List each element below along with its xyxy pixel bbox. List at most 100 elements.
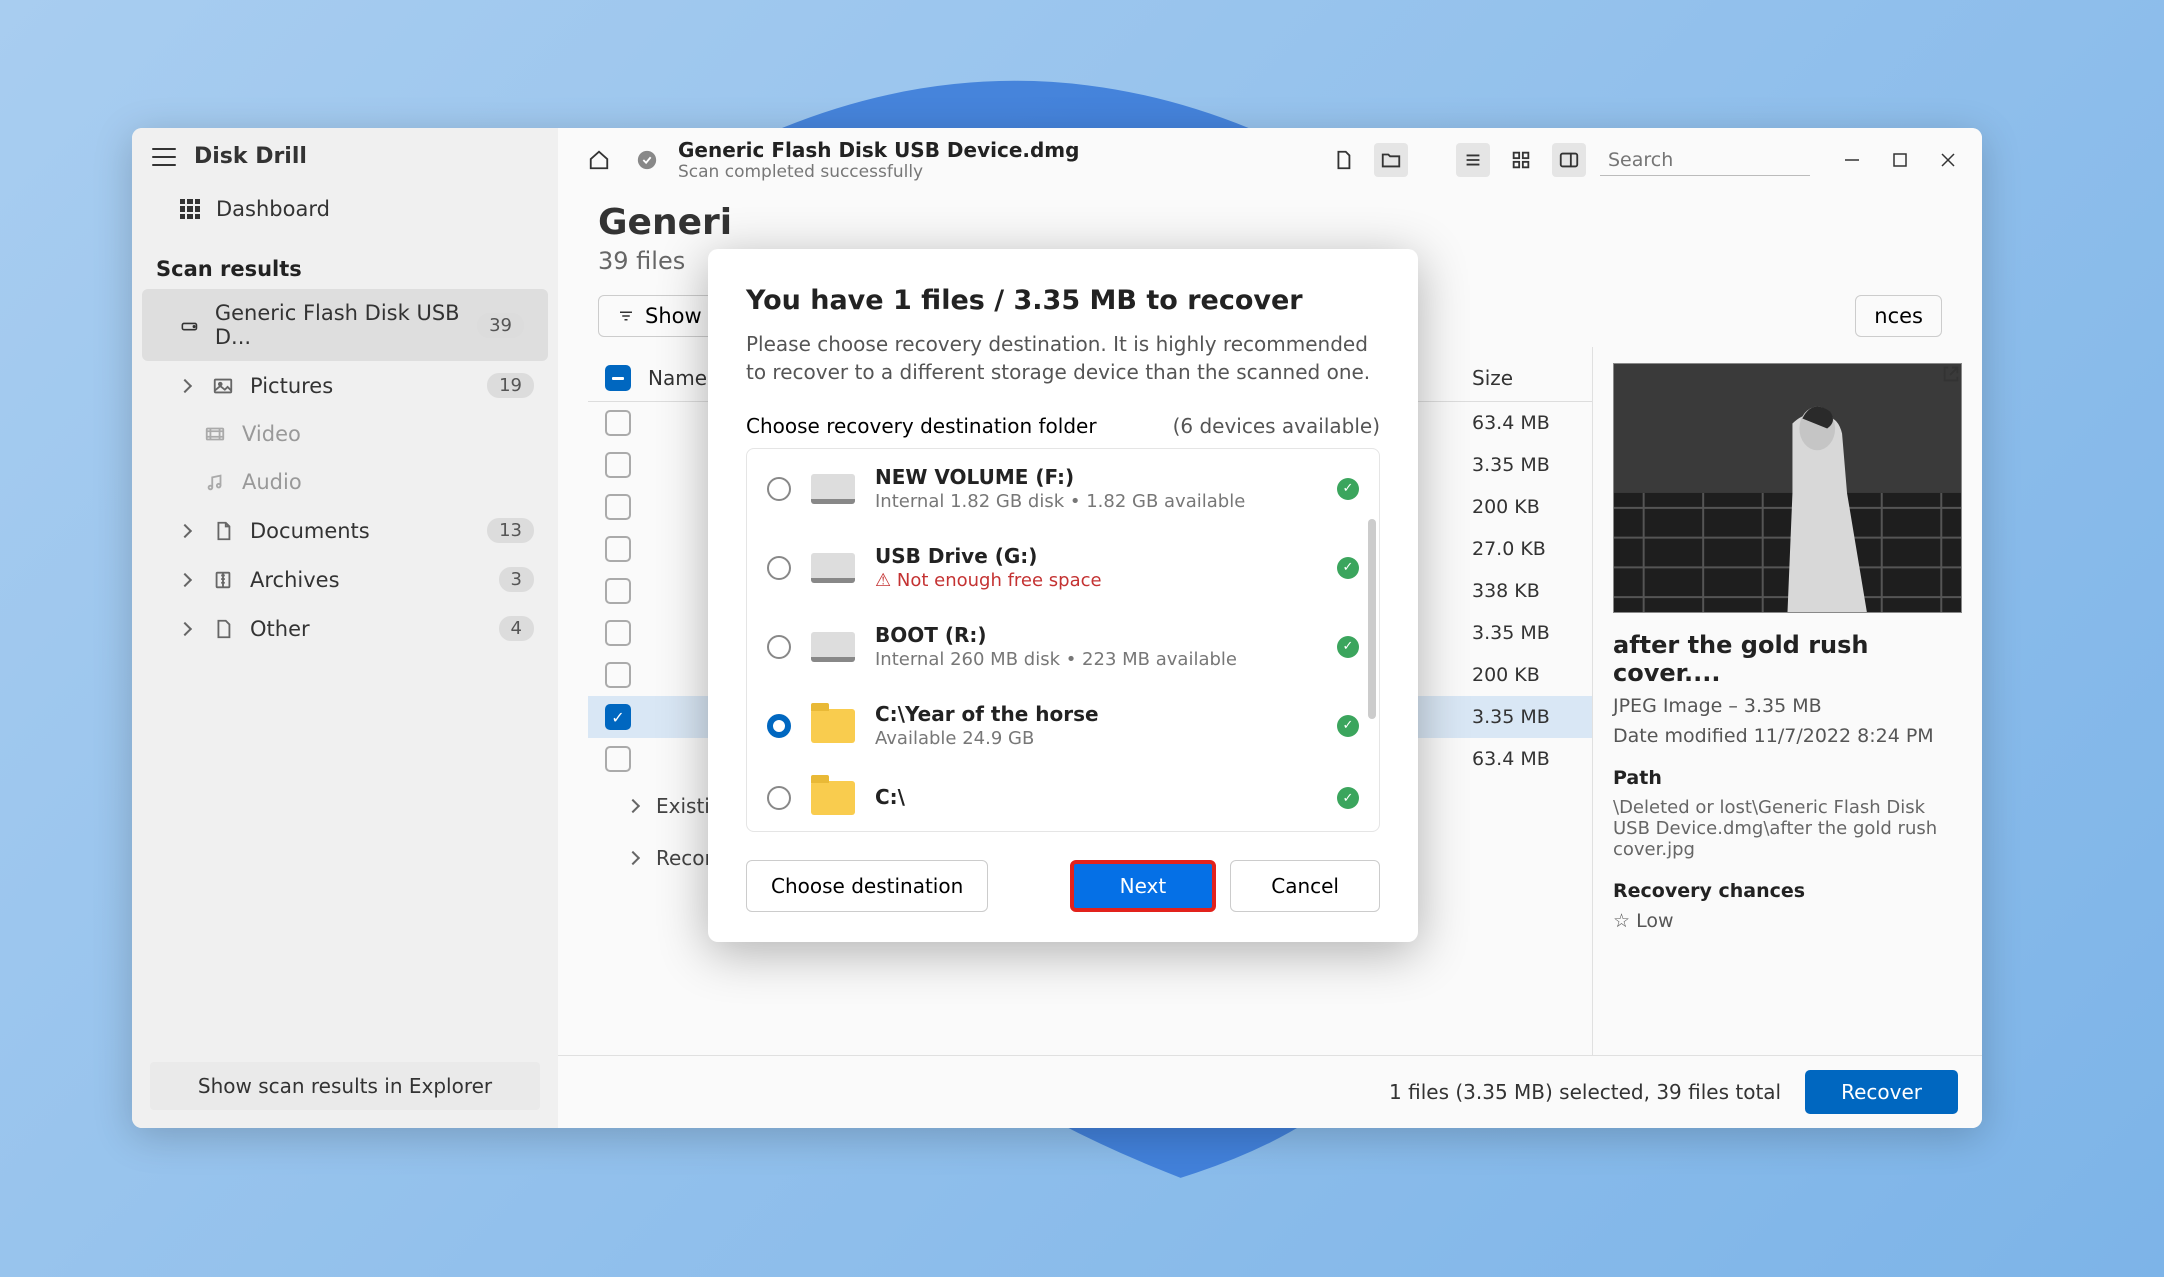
destination-detail: Internal 260 MB disk • 223 MB available xyxy=(875,649,1317,670)
destination-name: NEW VOLUME (F:) xyxy=(875,465,1317,489)
file-size: 3.35 MB xyxy=(1472,622,1592,644)
check-ok-icon: ✓ xyxy=(1337,557,1359,579)
chevron-right-icon xyxy=(626,851,640,865)
radio-button[interactable] xyxy=(767,714,791,738)
recovery-chances-filter[interactable]: nces xyxy=(1855,295,1942,337)
file-size: 63.4 MB xyxy=(1472,748,1592,770)
checkbox[interactable] xyxy=(605,620,631,646)
file-icon xyxy=(212,618,234,640)
sidebar-item-other[interactable]: Other 4 xyxy=(132,604,558,653)
checkbox[interactable] xyxy=(605,494,631,520)
sidebar-item-label: Audio xyxy=(242,470,302,494)
checkbox[interactable] xyxy=(605,536,631,562)
radio-button[interactable] xyxy=(767,477,791,501)
show-filter-button[interactable]: Show xyxy=(598,295,721,337)
drive-icon xyxy=(811,632,855,662)
breadcrumb-title: Generic Flash Disk USB Device.dmg xyxy=(678,138,1079,162)
check-ok-icon: ✓ xyxy=(1337,478,1359,500)
modal-description: Please choose recovery destination. It i… xyxy=(746,330,1380,386)
cancel-button[interactable]: Cancel xyxy=(1230,860,1380,912)
count-badge: 39 xyxy=(477,313,524,338)
open-external-icon[interactable] xyxy=(1940,363,1962,385)
grid-view-icon[interactable] xyxy=(1504,143,1538,177)
panel-view-icon[interactable] xyxy=(1552,143,1586,177)
selection-status: 1 files (3.35 MB) selected, 39 files tot… xyxy=(1389,1080,1781,1104)
sidebar-item-dashboard[interactable]: Dashboard xyxy=(132,185,558,233)
filter-icon xyxy=(617,307,635,325)
chevron-right-icon xyxy=(626,799,640,813)
sidebar-item-documents[interactable]: Documents 13 xyxy=(132,506,558,555)
preview-filename: after the gold rush cover.... xyxy=(1613,631,1962,687)
sidebar-item-audio[interactable]: Audio xyxy=(132,458,558,506)
sidebar-item-label: Generic Flash Disk USB D... xyxy=(215,301,461,349)
hamburger-icon[interactable] xyxy=(152,148,176,166)
drive-icon xyxy=(811,553,855,583)
destination-item[interactable]: USB Drive (G:)⚠ Not enough free space✓ xyxy=(747,528,1379,607)
sidebar-item-label: Dashboard xyxy=(216,197,330,221)
count-badge: 4 xyxy=(499,616,534,641)
select-all-checkbox[interactable] xyxy=(605,365,631,391)
choose-destination-label: Choose recovery destination folder xyxy=(746,414,1097,438)
choose-destination-button[interactable]: Choose destination xyxy=(746,860,988,912)
grid-icon xyxy=(180,199,200,219)
picture-icon xyxy=(212,375,234,397)
radio-button[interactable] xyxy=(767,786,791,810)
file-size: 338 KB xyxy=(1472,580,1592,602)
home-icon[interactable] xyxy=(582,143,616,177)
checkbox[interactable] xyxy=(605,746,631,772)
show-in-explorer-button[interactable]: Show scan results in Explorer xyxy=(150,1062,540,1110)
sidebar-item-device[interactable]: Generic Flash Disk USB D... 39 xyxy=(142,289,548,361)
minimize-icon[interactable] xyxy=(1842,150,1862,170)
checkbox-checked[interactable]: ✓ xyxy=(605,704,631,730)
radio-button[interactable] xyxy=(767,635,791,659)
sidebar-item-label: Archives xyxy=(250,568,340,592)
app-title: Disk Drill xyxy=(194,144,307,169)
checkbox[interactable] xyxy=(605,410,631,436)
scrollbar-thumb[interactable] xyxy=(1368,519,1376,719)
destination-item[interactable]: BOOT (R:)Internal 260 MB disk • 223 MB a… xyxy=(747,607,1379,686)
sidebar-item-archives[interactable]: Archives 3 xyxy=(132,555,558,604)
destination-detail: Internal 1.82 GB disk • 1.82 GB availabl… xyxy=(875,491,1317,512)
column-size[interactable]: Size xyxy=(1472,366,1592,390)
toolbar: Generic Flash Disk USB Device.dmg Scan c… xyxy=(558,128,1982,192)
radio-button[interactable] xyxy=(767,556,791,580)
list-view-icon[interactable] xyxy=(1456,143,1490,177)
sidebar-item-pictures[interactable]: Pictures 19 xyxy=(132,361,558,410)
destination-item[interactable]: C:\Year of the horseAvailable 24.9 GB✓ xyxy=(747,686,1379,765)
show-label: Show xyxy=(645,304,702,328)
search-input[interactable] xyxy=(1608,149,1851,171)
check-ok-icon: ✓ xyxy=(1337,787,1359,809)
folder-view-icon[interactable] xyxy=(1374,143,1408,177)
sidebar-item-label: Pictures xyxy=(250,374,333,398)
next-button[interactable]: Next xyxy=(1070,860,1217,912)
close-icon[interactable] xyxy=(1938,150,1958,170)
recover-button[interactable]: Recover xyxy=(1805,1070,1958,1114)
file-size: 3.35 MB xyxy=(1472,454,1592,476)
checkbox[interactable] xyxy=(605,452,631,478)
drive-icon xyxy=(180,314,199,336)
destination-name: BOOT (R:) xyxy=(875,623,1317,647)
count-badge: 3 xyxy=(499,567,534,592)
destination-item[interactable]: C:\ ✓ xyxy=(747,765,1379,831)
checkbox[interactable] xyxy=(605,578,631,604)
status-bar: 1 files (3.35 MB) selected, 39 files tot… xyxy=(558,1055,1982,1128)
sidebar-heading-scan-results: Scan results xyxy=(132,243,558,289)
status-check-icon xyxy=(630,143,664,177)
file-view-icon[interactable] xyxy=(1326,143,1360,177)
preview-type: JPEG Image – 3.35 MB xyxy=(1613,695,1962,717)
destination-list: NEW VOLUME (F:)Internal 1.82 GB disk • 1… xyxy=(746,448,1380,832)
search-box[interactable] xyxy=(1600,145,1810,176)
count-badge: 19 xyxy=(487,373,534,398)
modal-title: You have 1 files / 3.35 MB to recover xyxy=(746,285,1380,316)
destination-detail: ⚠ Not enough free space xyxy=(875,570,1317,591)
checkbox[interactable] xyxy=(605,662,631,688)
sidebar-item-video[interactable]: Video xyxy=(132,410,558,458)
destination-name: C:\ xyxy=(875,785,1317,809)
file-size: 63.4 MB xyxy=(1472,412,1592,434)
preview-modified: Date modified 11/7/2022 8:24 PM xyxy=(1613,725,1962,747)
devices-available-label: (6 devices available) xyxy=(1173,414,1380,438)
maximize-icon[interactable] xyxy=(1890,150,1910,170)
folder-icon xyxy=(811,709,855,743)
file-size: 200 KB xyxy=(1472,664,1592,686)
destination-item[interactable]: NEW VOLUME (F:)Internal 1.82 GB disk • 1… xyxy=(747,449,1379,528)
